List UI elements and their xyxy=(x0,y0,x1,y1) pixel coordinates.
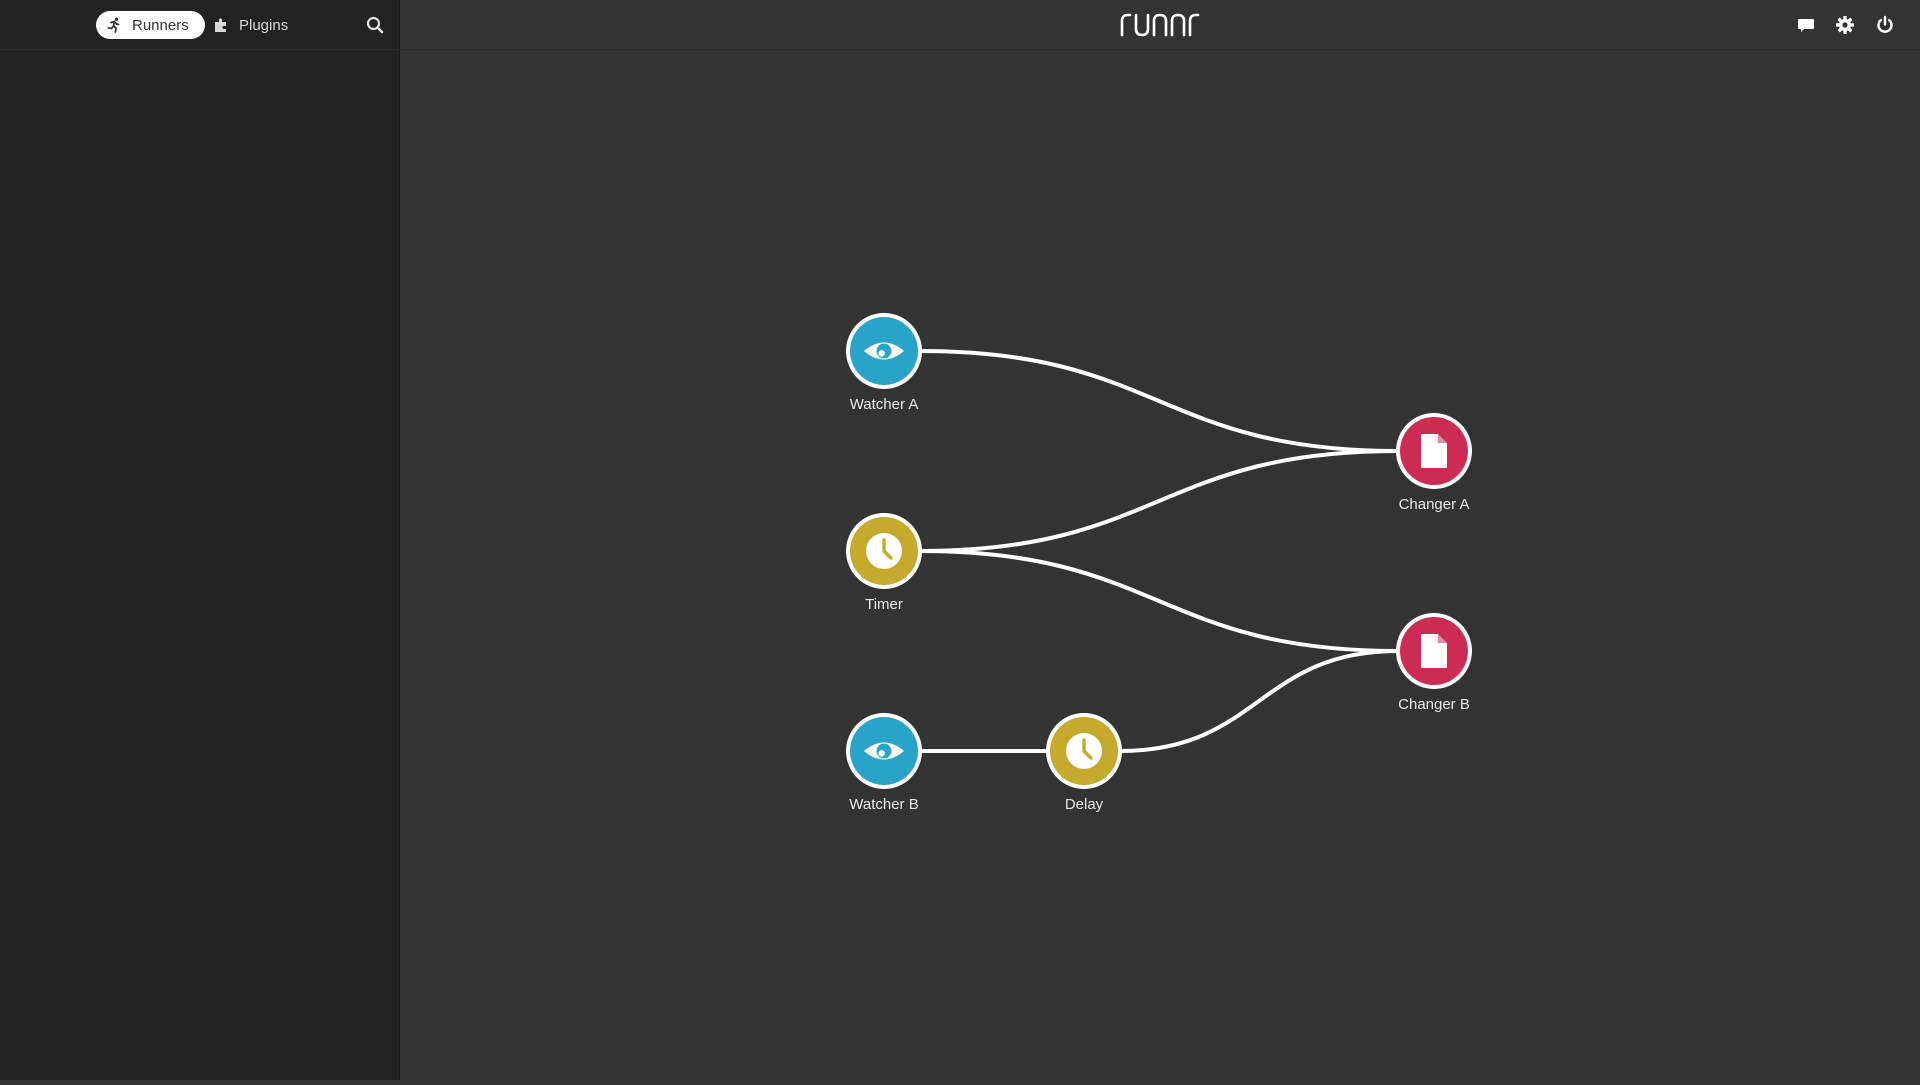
clock-icon xyxy=(866,533,902,569)
node-timer[interactable]: Timer xyxy=(846,513,922,613)
sidebar: Runners Plugins xyxy=(0,0,400,1080)
node-label: Delay xyxy=(1065,796,1104,813)
runnr-logo: runnr xyxy=(1118,9,1202,39)
edge-watcher-a-to-changer-a[interactable] xyxy=(919,349,1399,453)
gear-icon[interactable] xyxy=(1834,14,1856,36)
node-label: Watcher B xyxy=(849,796,918,813)
file-icon xyxy=(1421,434,1447,468)
node-delay[interactable]: Delay xyxy=(1046,713,1122,813)
file-icon xyxy=(1421,634,1447,668)
power-icon[interactable] xyxy=(1874,14,1896,36)
node-changer-a[interactable]: Changer A xyxy=(1396,413,1472,513)
tab-plugins-label: Plugins xyxy=(239,16,289,34)
chat-bubble-icon[interactable] xyxy=(1795,14,1817,36)
edges xyxy=(919,349,1399,754)
top-bar: runnr xyxy=(400,0,1920,50)
node-watcher-a[interactable]: Watcher A xyxy=(846,313,922,413)
node-label: Changer A xyxy=(1399,496,1470,513)
node-label: Changer B xyxy=(1398,696,1470,713)
nodes: Watcher A Timer Watcher B Delay Changer A Cha… xyxy=(846,313,1472,813)
puzzle-piece-icon xyxy=(213,17,229,33)
tab-plugins[interactable]: Plugins xyxy=(211,11,301,39)
logo-text: runnr xyxy=(1118,9,1121,10)
tab-runners-label: Runners xyxy=(132,16,189,34)
edge-delay-to-changer-b[interactable] xyxy=(1119,649,1399,753)
graph-canvas[interactable]: Watcher A Timer Watcher B Delay Changer A Cha… xyxy=(400,50,1920,1080)
node-changer-b[interactable]: Changer B xyxy=(1396,613,1472,713)
runner-graph[interactable]: Watcher A Timer Watcher B Delay Changer A Cha… xyxy=(400,50,1920,1080)
sidebar-header: Runners Plugins xyxy=(0,0,399,50)
edge-timer-to-changer-b[interactable] xyxy=(919,549,1399,653)
node-label: Watcher A xyxy=(850,396,919,413)
edge-timer-to-changer-a[interactable] xyxy=(919,449,1399,553)
tab-runners[interactable]: Runners xyxy=(96,11,205,39)
clock-icon xyxy=(1066,733,1102,769)
running-person-icon xyxy=(106,17,122,33)
node-label: Timer xyxy=(865,596,903,613)
search-icon[interactable] xyxy=(365,15,385,35)
node-watcher-b[interactable]: Watcher B xyxy=(846,713,922,813)
